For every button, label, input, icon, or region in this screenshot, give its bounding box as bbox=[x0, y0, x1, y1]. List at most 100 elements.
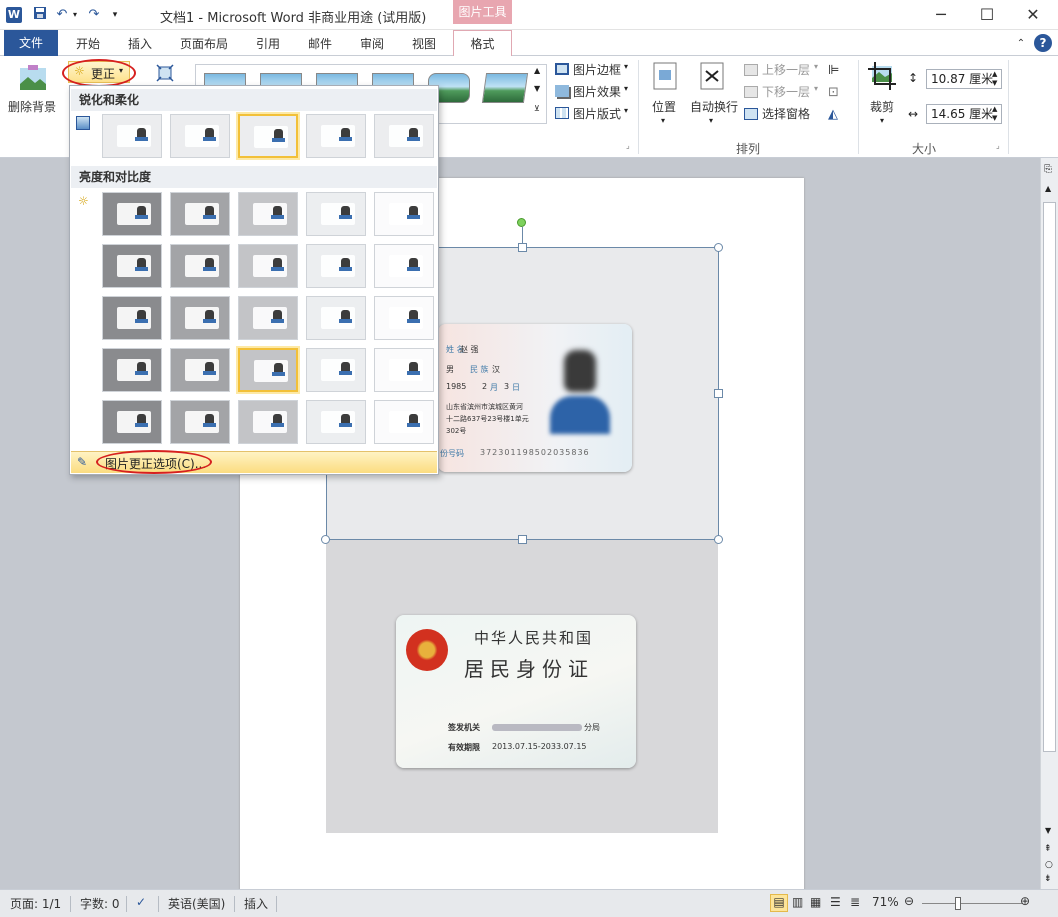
redo-icon[interactable]: ↷ bbox=[86, 6, 102, 24]
correction-preset-thumb[interactable] bbox=[102, 296, 162, 340]
word-icon[interactable]: W bbox=[6, 7, 22, 23]
height-stepper-icon[interactable]: ▲ ▼ bbox=[992, 70, 997, 88]
correction-preset-thumb[interactable] bbox=[170, 348, 230, 392]
style-thumb[interactable] bbox=[481, 73, 529, 103]
zoom-level[interactable]: 71% bbox=[872, 895, 899, 909]
correction-preset-thumb[interactable] bbox=[306, 114, 366, 158]
correction-preset-thumb[interactable] bbox=[170, 400, 230, 444]
align-icon[interactable]: ⊫ bbox=[828, 63, 839, 78]
customize-toolbar-icon[interactable]: ▾ bbox=[110, 6, 120, 24]
correction-preset-thumb[interactable] bbox=[170, 114, 230, 158]
correction-preset-thumb[interactable] bbox=[170, 296, 230, 340]
tab-review[interactable]: 审阅 bbox=[352, 34, 392, 56]
tab-file[interactable]: 文件 bbox=[4, 30, 58, 56]
correction-preset-thumb[interactable] bbox=[306, 348, 366, 392]
resize-handle-top[interactable] bbox=[518, 243, 527, 252]
close-button[interactable]: ✕ bbox=[1018, 4, 1048, 26]
zoom-in-icon[interactable]: ⊕ bbox=[1020, 894, 1030, 908]
correction-preset-thumb[interactable] bbox=[102, 114, 162, 158]
tab-page-layout[interactable]: 页面布局 bbox=[172, 34, 236, 56]
word-count[interactable]: 字数: 0 bbox=[80, 895, 120, 912]
outline-view-icon[interactable]: ☰ bbox=[830, 895, 841, 909]
scroll-up-icon[interactable]: ▲ bbox=[1045, 184, 1051, 193]
correction-preset-thumb[interactable] bbox=[374, 114, 434, 158]
rotate-icon[interactable]: ◭ bbox=[828, 107, 838, 122]
help-icon[interactable]: ? bbox=[1034, 34, 1052, 52]
correction-preset-thumb[interactable] bbox=[102, 400, 162, 444]
width-field[interactable]: 14.65 厘米 bbox=[926, 104, 1002, 124]
ruler-toggle-icon[interactable]: ⎘ bbox=[1044, 164, 1052, 175]
gallery-scroll-up-icon[interactable]: ▲ bbox=[534, 66, 540, 75]
tab-view[interactable]: 视图 bbox=[404, 34, 444, 56]
scroll-thumb[interactable] bbox=[1043, 202, 1056, 752]
previous-page-icon[interactable]: ⇞ bbox=[1044, 844, 1052, 854]
zoom-out-icon[interactable]: ⊖ bbox=[904, 894, 914, 908]
selection-pane-button[interactable]: 选择窗格 bbox=[762, 105, 810, 122]
page-count[interactable]: 页面: 1/1 bbox=[10, 895, 61, 912]
correction-preset-thumb[interactable] bbox=[238, 192, 298, 236]
position-button[interactable]: 位置 bbox=[652, 98, 676, 115]
full-screen-reading-icon[interactable]: ▥ bbox=[792, 895, 803, 909]
correction-preset-thumb[interactable] bbox=[238, 348, 298, 392]
correction-preset-thumb[interactable] bbox=[238, 400, 298, 444]
wrap-text-button[interactable]: 自动换行 bbox=[690, 98, 738, 115]
undo-dropdown-icon[interactable]: ▾ bbox=[70, 6, 80, 24]
vertical-scrollbar[interactable]: ⎘ ▲ ▼ ⇞ ○ ⇟ bbox=[1040, 158, 1058, 889]
save-icon[interactable] bbox=[32, 6, 48, 24]
zoom-slider-thumb[interactable] bbox=[955, 897, 961, 910]
dialog-launcher-icon[interactable]: ⌟ bbox=[996, 141, 1000, 150]
width-stepper-icon[interactable]: ▲ ▼ bbox=[992, 105, 997, 123]
correction-preset-thumb[interactable] bbox=[306, 400, 366, 444]
resize-handle-bottom[interactable] bbox=[518, 535, 527, 544]
correction-preset-thumb[interactable] bbox=[102, 244, 162, 288]
tab-references[interactable]: 引用 bbox=[248, 34, 288, 56]
correction-preset-thumb[interactable] bbox=[374, 400, 434, 444]
correction-preset-thumb[interactable] bbox=[102, 348, 162, 392]
insert-mode[interactable]: 插入 bbox=[244, 895, 268, 912]
scroll-down-icon[interactable]: ▼ bbox=[1045, 826, 1051, 835]
remove-background-icon[interactable] bbox=[18, 64, 48, 97]
correction-preset-thumb[interactable] bbox=[238, 296, 298, 340]
dialog-launcher-icon[interactable]: ⌟ bbox=[626, 141, 630, 150]
collapse-ribbon-icon[interactable]: ⌃ bbox=[1014, 34, 1028, 56]
compress-picture-icon[interactable] bbox=[156, 64, 174, 85]
language[interactable]: 英语(美国) bbox=[168, 895, 225, 912]
draft-view-icon[interactable]: ≣ bbox=[850, 895, 860, 909]
correction-preset-thumb[interactable] bbox=[170, 192, 230, 236]
undo-icon[interactable]: ↶ bbox=[54, 6, 70, 24]
rotation-handle[interactable] bbox=[517, 218, 526, 227]
tab-home[interactable]: 开始 bbox=[68, 34, 108, 56]
correction-preset-thumb[interactable] bbox=[238, 114, 298, 158]
next-page-icon[interactable]: ⇟ bbox=[1044, 874, 1052, 884]
correction-preset-thumb[interactable] bbox=[374, 192, 434, 236]
zoom-slider-track[interactable] bbox=[922, 903, 1022, 904]
print-layout-icon[interactable]: ▤ bbox=[770, 894, 788, 912]
tab-format[interactable]: 格式 bbox=[453, 30, 512, 57]
correction-preset-thumb[interactable] bbox=[374, 348, 434, 392]
gallery-scroll-down-icon[interactable]: ▼ bbox=[534, 84, 540, 93]
height-field[interactable]: 10.87 厘米 bbox=[926, 69, 1002, 89]
correction-preset-thumb[interactable] bbox=[306, 296, 366, 340]
proofing-icon[interactable]: ✓ bbox=[136, 895, 146, 909]
correction-preset-thumb[interactable] bbox=[374, 244, 434, 288]
picture-border-button[interactable]: 图片边框 bbox=[573, 61, 621, 78]
tab-insert[interactable]: 插入 bbox=[120, 34, 160, 56]
resize-handle-top-right[interactable] bbox=[714, 243, 723, 252]
correction-preset-thumb[interactable] bbox=[374, 296, 434, 340]
resize-handle-bottom-left[interactable] bbox=[321, 535, 330, 544]
correction-preset-thumb[interactable] bbox=[238, 244, 298, 288]
correction-preset-thumb[interactable] bbox=[306, 244, 366, 288]
maximize-button[interactable]: ☐ bbox=[972, 4, 1002, 26]
web-layout-icon[interactable]: ▦ bbox=[810, 895, 821, 909]
picture-effects-button[interactable]: 图片效果 bbox=[573, 83, 621, 100]
correction-preset-thumb[interactable] bbox=[306, 192, 366, 236]
correction-preset-thumb[interactable] bbox=[170, 244, 230, 288]
minimize-button[interactable]: ─ bbox=[926, 4, 956, 26]
resize-handle-right[interactable] bbox=[714, 389, 723, 398]
remove-background-button[interactable]: 删除背景 bbox=[8, 98, 56, 115]
correction-preset-thumb[interactable] bbox=[102, 192, 162, 236]
picture-layout-button[interactable]: 图片版式 bbox=[573, 105, 621, 122]
browse-object-icon[interactable]: ○ bbox=[1045, 860, 1053, 870]
resize-handle-bottom-right[interactable] bbox=[714, 535, 723, 544]
crop-button[interactable]: 裁剪 bbox=[870, 98, 894, 115]
